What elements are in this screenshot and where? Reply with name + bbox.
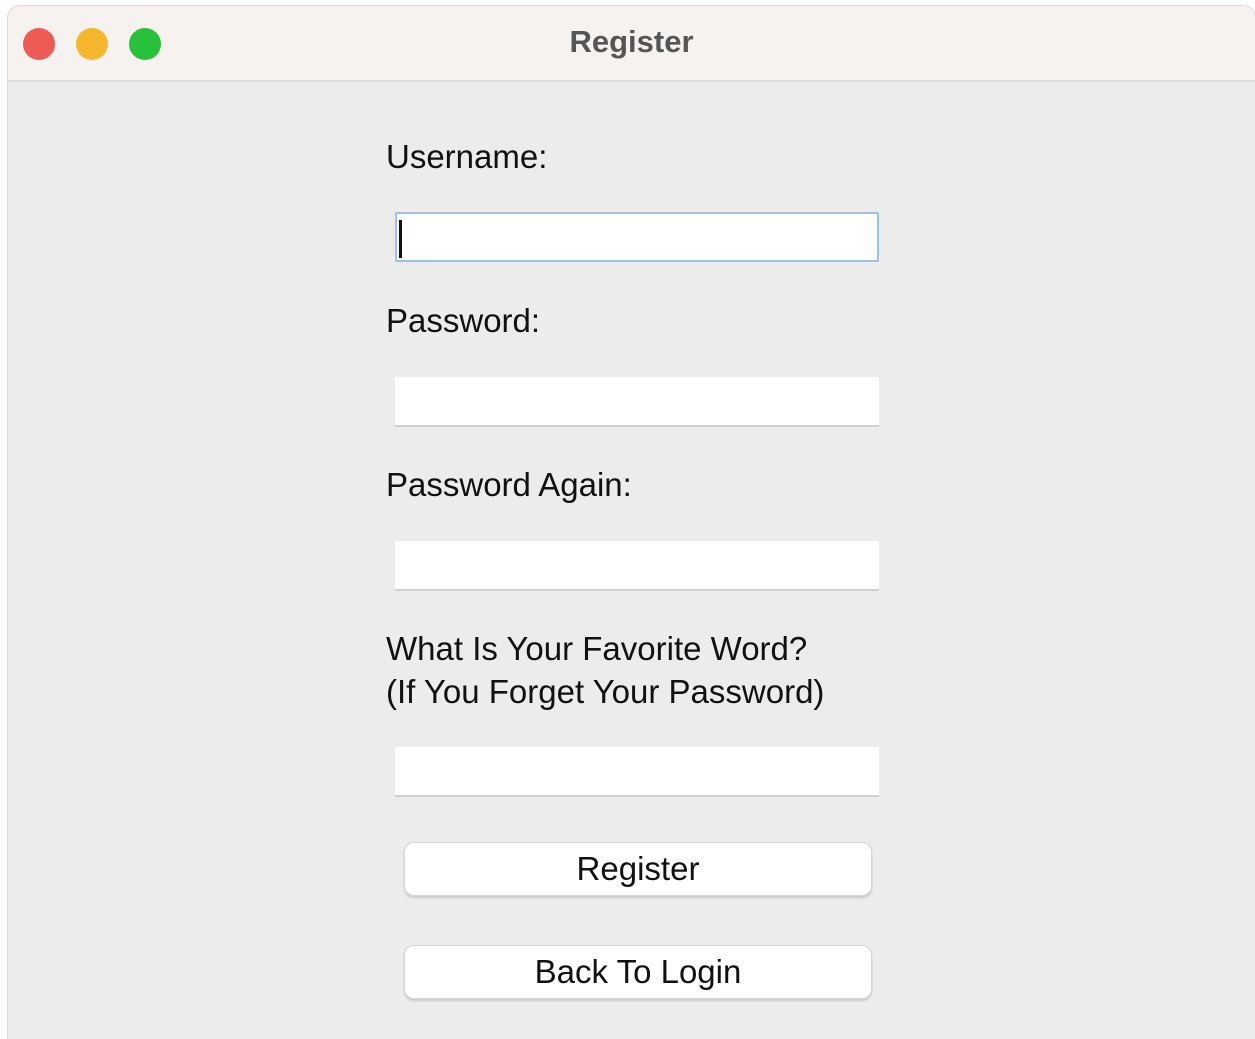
password-again-input[interactable] bbox=[395, 541, 879, 591]
register-window: Register Username: Password: Password Ag… bbox=[8, 6, 1255, 1039]
password-label: Password: bbox=[386, 302, 541, 339]
text-caret bbox=[399, 220, 402, 258]
username-input[interactable] bbox=[395, 212, 879, 262]
back-to-login-button[interactable]: Back To Login bbox=[404, 945, 872, 999]
favorite-word-label-line2: (If You Forget Your Password) bbox=[386, 673, 825, 710]
username-label: Username: bbox=[386, 138, 548, 175]
register-button[interactable]: Register bbox=[404, 842, 872, 896]
password-again-label: Password Again: bbox=[386, 466, 632, 503]
title-bar: Register bbox=[8, 6, 1255, 82]
favorite-word-label-line1: What Is Your Favorite Word? bbox=[386, 630, 808, 667]
password-input[interactable] bbox=[395, 377, 879, 427]
favorite-word-input[interactable] bbox=[395, 747, 879, 797]
window-title: Register bbox=[569, 24, 694, 59]
